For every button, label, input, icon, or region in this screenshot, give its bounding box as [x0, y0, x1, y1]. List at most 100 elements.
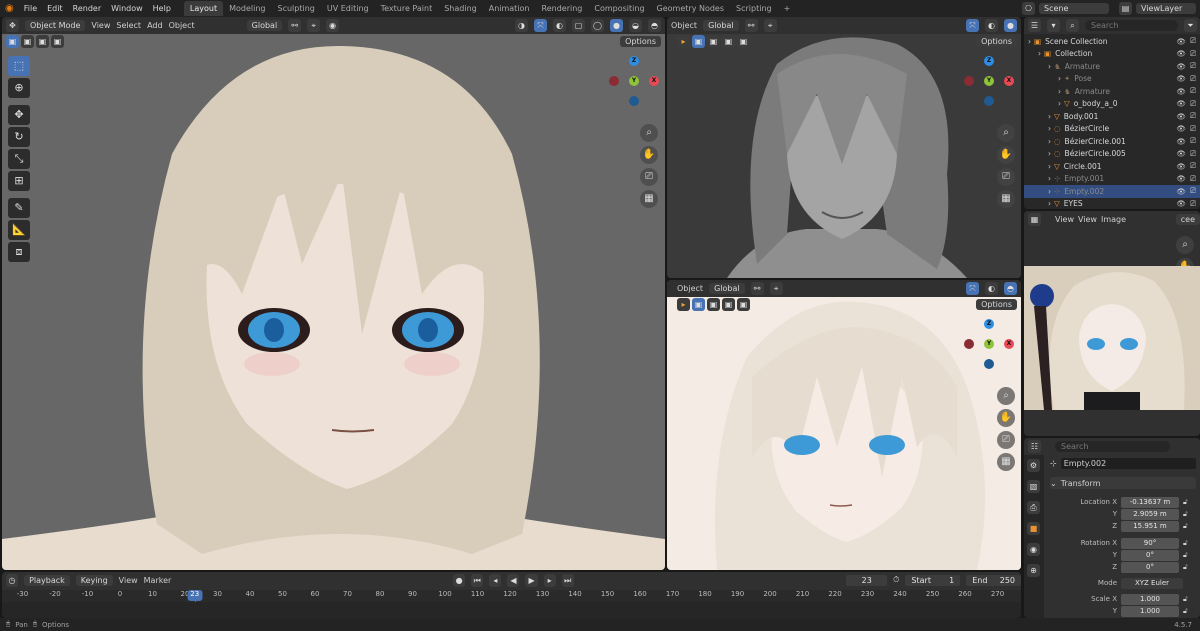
camera-icon[interactable]: ⎚ [997, 431, 1015, 449]
gizmo-neg-z[interactable] [629, 96, 639, 106]
workspace-tab-rendering[interactable]: Rendering [536, 1, 589, 16]
render-camera-icon[interactable]: ⎚ [1190, 99, 1196, 109]
rotation-mode-select[interactable]: XYZ Euler [1121, 577, 1183, 589]
workspace-tab-scripting[interactable]: Scripting [730, 1, 778, 16]
expand-chevron-icon[interactable]: › [1024, 199, 1054, 208]
outliner-row[interactable]: › ▽ Circle.001 👁︎ ⎚ [1024, 160, 1200, 173]
render-camera-icon[interactable]: ⎚ [1190, 186, 1196, 196]
object-tab-icon[interactable]: ■ [1027, 522, 1040, 535]
play-icon[interactable]: ▶ [525, 573, 538, 587]
viewport-menu-select[interactable]: Select [116, 21, 141, 30]
object-name-field[interactable]: Empty.002 [1060, 457, 1196, 469]
workspace-tab-modeling[interactable]: Modeling [223, 1, 271, 16]
jump-start-icon[interactable]: ⏮ [471, 573, 484, 587]
select-new-icon[interactable]: ▣ [6, 35, 19, 48]
main-3d-viewport[interactable]: ✥ Object Mode View Select Add Object Glo… [2, 17, 665, 570]
timeline-menu-view[interactable]: View [119, 576, 138, 585]
gizmo-neg-x[interactable] [964, 339, 974, 349]
scene-icon[interactable]: ⎔ [1022, 2, 1035, 15]
top-right-3d-viewport[interactable]: Object Global ⚯ ⌖ ⤧ ◐ ● ▸ ▣ ▣ ▣ ▣ Option… [667, 17, 1021, 278]
outliner-row[interactable]: › ▽ Body.001 👁︎ ⎚ [1024, 110, 1200, 123]
snap-icon[interactable]: ⌖ [763, 19, 777, 32]
visibility-eye-icon[interactable]: 👁︎ [1176, 37, 1186, 46]
camera-icon[interactable]: ⎚ [640, 168, 658, 186]
menu-file[interactable]: File [19, 4, 42, 13]
render-camera-icon[interactable]: ⎚ [1190, 36, 1196, 46]
expand-chevron-icon[interactable]: › [1024, 112, 1054, 121]
rotate-icon[interactable]: ↻ [8, 127, 30, 147]
scale-y-field[interactable]: 1.000 [1121, 605, 1179, 617]
display-mode-icon[interactable]: ▾ [1047, 19, 1060, 32]
frame-ruler[interactable]: -30 -20 -10 0 10 20 30 40 50 60 70 80 90 100 110 120 130… [2, 590, 1021, 618]
outliner-row[interactable]: › ✦ Pose 👁︎ ⎚ [1024, 73, 1200, 86]
lock-icon[interactable]: 🔓︎ [1183, 607, 1188, 616]
pivot-icon[interactable]: ⚯ [744, 19, 758, 32]
render-camera-icon[interactable]: ⎚ [1190, 199, 1196, 209]
navigation-gizmo[interactable]: Z X Y [964, 56, 1014, 110]
outliner-row[interactable]: › ▽ o_body_a_0 👁︎ ⎚ [1024, 98, 1200, 111]
snap-icon[interactable]: ⌖ [769, 282, 783, 295]
transform-orientation-selector[interactable]: Global [709, 283, 745, 294]
solid-shading-icon[interactable]: ● [1004, 19, 1017, 32]
overlay-icon[interactable]: ◐ [985, 19, 998, 32]
select-invert-icon[interactable]: ▣ [737, 298, 750, 311]
overlay-icon[interactable]: ◐ [553, 19, 566, 32]
visibility-eye-icon[interactable]: 👁︎ [1176, 199, 1186, 208]
snap-icon[interactable]: ⌖ [307, 19, 321, 32]
gizmo-toggle-icon[interactable]: ⤧ [534, 19, 547, 32]
properties-search-input[interactable]: Search [1055, 441, 1170, 452]
workspace-tab-uv-editing[interactable]: UV Editing [321, 1, 375, 16]
visibility-eye-icon[interactable]: 👁︎ [1176, 74, 1186, 83]
menu-render[interactable]: Render [68, 4, 106, 13]
view-layer-icon[interactable]: ▤ [1119, 2, 1132, 15]
render-camera-icon[interactable]: ⎚ [1190, 136, 1196, 146]
image-canvas[interactable]: ⌕ ✋ [1024, 228, 1200, 436]
menu-help[interactable]: Help [148, 4, 176, 13]
play-reverse-icon[interactable]: ◀ [507, 573, 520, 587]
workspace-tab-geometry-nodes[interactable]: Geometry Nodes [651, 1, 730, 16]
editor-type-icon[interactable]: ▦ [1028, 213, 1041, 226]
timeline-menu-keying[interactable]: Keying [75, 574, 113, 586]
visibility-eye-icon[interactable]: 👁︎ [1176, 137, 1186, 146]
cursor-icon[interactable]: ⊕ [8, 78, 30, 98]
rotation-x-field[interactable]: 90° [1121, 537, 1179, 549]
tool-tab-icon[interactable]: ⚙ [1027, 459, 1040, 472]
visibility-eye-icon[interactable]: 👁︎ [1176, 112, 1186, 121]
start-frame-field[interactable]: Start 1 [905, 574, 961, 586]
gizmo-toggle-icon[interactable]: ⤧ [966, 19, 979, 32]
expand-chevron-icon[interactable]: › [1024, 149, 1054, 158]
outliner-row[interactable]: › ⊹ Empty.001 👁︎ ⎚ [1024, 173, 1200, 186]
add-workspace-button[interactable]: + [778, 1, 797, 16]
outliner-row[interactable]: › ◌ BézierCircle 👁︎ ⎚ [1024, 123, 1200, 136]
camera-icon[interactable]: ⎚ [997, 168, 1015, 186]
outliner-row[interactable]: › ▣ Scene Collection 👁︎ ⎚ [1024, 35, 1200, 48]
gizmo-x[interactable]: X [1004, 76, 1014, 86]
outliner-row[interactable]: › ♞ Armature 👁︎ ⎚ [1024, 60, 1200, 73]
outliner-row[interactable]: › ♞ Armature 👁︎ ⎚ [1024, 85, 1200, 98]
mode-selector[interactable]: Object Mode [25, 20, 86, 31]
workspace-tab-layout[interactable]: Layout [183, 1, 224, 16]
move-icon[interactable]: ✥ [8, 105, 30, 125]
gizmo-x[interactable]: X [1004, 339, 1014, 349]
rotation-y-field[interactable]: 0° [1121, 549, 1179, 561]
outliner-row[interactable]: › ▽ EYES 👁︎ ⎚ [1024, 198, 1200, 210]
image-menu-view-2[interactable]: View [1078, 215, 1097, 224]
zoom-icon[interactable]: ⌕ [997, 387, 1015, 405]
expand-chevron-icon[interactable]: › [1024, 162, 1054, 171]
gizmo-neg-x[interactable] [964, 76, 974, 86]
select-subtract-icon[interactable]: ▣ [722, 35, 735, 48]
rendered-shading-icon[interactable]: ◓ [1004, 282, 1017, 295]
expand-chevron-icon[interactable]: › [1024, 187, 1054, 196]
lock-icon[interactable]: 🔓︎ [1183, 595, 1188, 604]
render-camera-icon[interactable]: ⎚ [1190, 174, 1196, 184]
constraints-tab-icon[interactable]: ⊕ [1027, 564, 1040, 577]
rendered-shading-icon[interactable]: ◓ [648, 19, 661, 32]
lock-icon[interactable]: 🔓︎ [1183, 510, 1188, 519]
gizmo-neg-z[interactable] [984, 96, 994, 106]
options-button[interactable]: Options [976, 36, 1017, 47]
current-frame-field[interactable]: 23 [846, 574, 888, 586]
transform-icon[interactable]: ⊞ [8, 171, 30, 191]
render-camera-icon[interactable]: ⎚ [1190, 149, 1196, 159]
outliner-row[interactable]: › ◌ BézierCircle.005 👁︎ ⎚ [1024, 148, 1200, 161]
visibility-eye-icon[interactable]: 👁︎ [1176, 99, 1186, 108]
